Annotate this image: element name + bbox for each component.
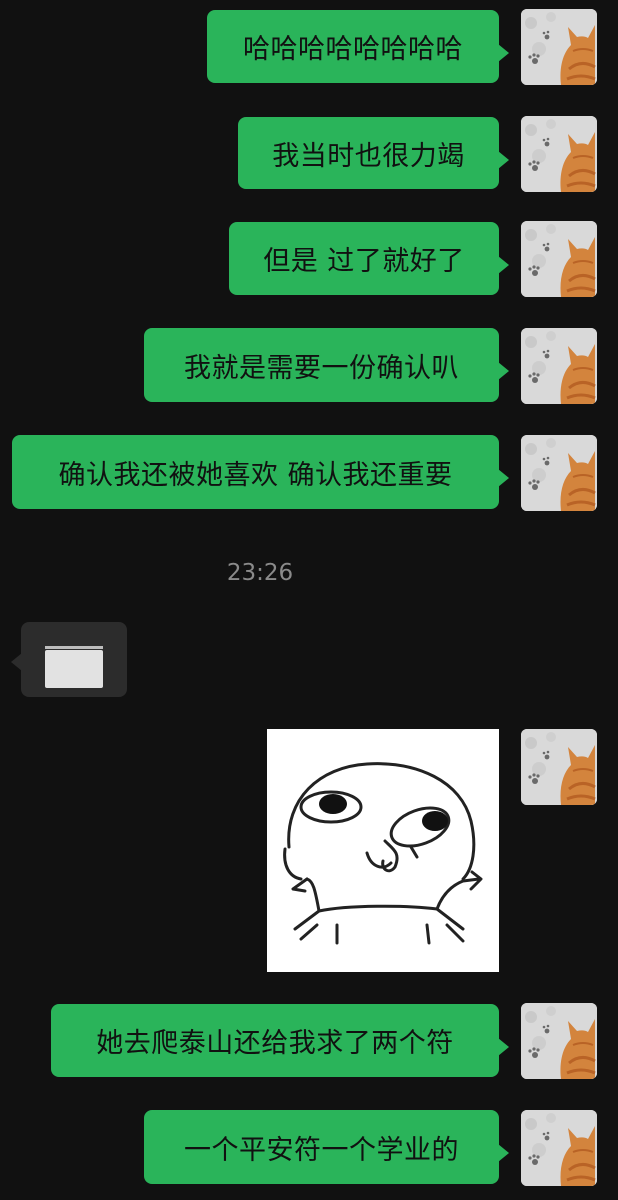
message-text: 一个平安符一个学业的 <box>184 1134 459 1166</box>
message-text: 但是 过了就好了 <box>263 246 465 277</box>
message-text: 她去爬泰山还给我求了两个符 <box>96 1028 454 1059</box>
avatar[interactable] <box>521 116 597 192</box>
attachment-thumbnail <box>45 646 103 688</box>
message-bubble[interactable]: 我就是需要一份确认叭 <box>144 328 509 402</box>
cat-avatar-icon <box>521 1110 597 1186</box>
message-bubble[interactable]: 确认我还被她喜欢 确认我还重要 <box>12 435 509 509</box>
message-bubble[interactable]: 一个平安符一个学业的 <box>144 1110 509 1184</box>
message-text: 哈哈哈哈哈哈哈哈 <box>243 34 463 65</box>
cat-avatar-icon <box>521 1003 597 1079</box>
message-bubble[interactable]: 她去爬泰山还给我求了两个符 <box>51 1004 509 1077</box>
avatar[interactable] <box>521 1110 597 1186</box>
message-bubble[interactable]: 哈哈哈哈哈哈哈哈 <box>207 10 509 83</box>
avatar[interactable] <box>521 1003 597 1079</box>
message-text: 我当时也很力竭 <box>272 140 465 172</box>
message-text: 我就是需要一份确认叭 <box>184 352 459 384</box>
doodle-face-sticker <box>283 762 483 945</box>
message-bubble[interactable]: 我当时也很力竭 <box>238 117 509 189</box>
avatar[interactable] <box>521 328 597 404</box>
cat-avatar-icon <box>521 9 597 85</box>
cat-avatar-icon <box>521 328 597 404</box>
cat-avatar-icon <box>521 221 597 297</box>
sticker-image[interactable] <box>267 729 499 972</box>
chat-timestamp: 23:26 <box>226 560 294 586</box>
cat-avatar-icon <box>521 435 597 511</box>
cat-avatar-icon <box>521 116 597 192</box>
message-bubble[interactable]: 但是 过了就好了 <box>229 222 509 295</box>
avatar[interactable] <box>521 9 597 85</box>
attachment-thumbnail-bar <box>45 646 103 649</box>
avatar[interactable] <box>521 221 597 297</box>
incoming-attachment-bubble[interactable] <box>11 622 127 697</box>
message-text: 确认我还被她喜欢 确认我还重要 <box>58 459 453 491</box>
avatar[interactable] <box>521 729 597 805</box>
avatar[interactable] <box>521 435 597 511</box>
cat-avatar-icon <box>521 729 597 805</box>
